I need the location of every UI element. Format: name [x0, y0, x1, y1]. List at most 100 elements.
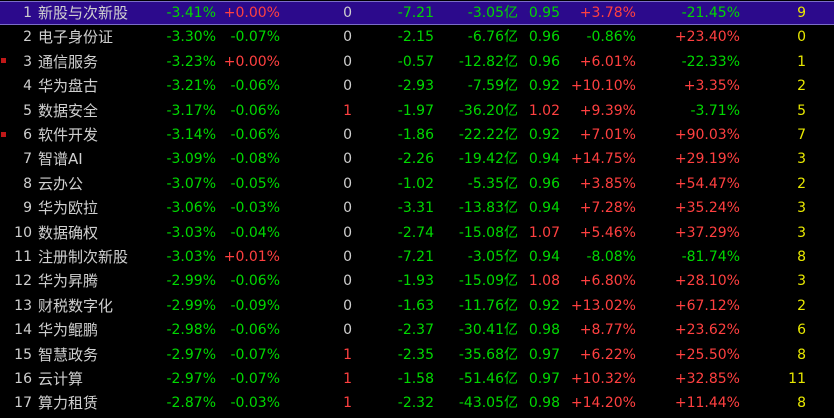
- row-index: 14: [14, 322, 32, 339]
- up-count: 0: [343, 200, 352, 217]
- volume-ratio: 0.95: [528, 5, 560, 21]
- year-change-percent: -22.33%: [681, 53, 740, 70]
- up-count: 0: [343, 224, 352, 241]
- table-row[interactable]: 12 华为昇腾 -2.99% -0.06% 0 -1.93 -15.09亿 1.08 +6.80…: [0, 269, 834, 293]
- period-change-percent: -8.08%: [586, 249, 636, 265]
- change-percent: -3.03%: [166, 224, 216, 241]
- change-value: -2.15: [397, 29, 434, 46]
- sector-name: 新股与次新股: [38, 4, 129, 22]
- row-index: 5: [23, 102, 32, 119]
- row-index: 2: [23, 29, 32, 46]
- table-row[interactable]: 3 通信服务 -3.23% +0.00% 0 -0.57 -12.82亿 0.96 +6.01%…: [0, 50, 834, 74]
- sector-name: 数据安全: [38, 101, 99, 120]
- period-change-percent: +13.02%: [570, 297, 636, 314]
- change-percent: -3.06%: [166, 200, 216, 217]
- year-change-percent: +32.85%: [674, 371, 740, 387]
- change-percent: -2.97%: [166, 346, 216, 363]
- period-change-percent: +7.28%: [579, 200, 636, 217]
- volume-ratio: 0.94: [528, 151, 560, 168]
- year-change-percent: +23.40%: [674, 29, 740, 46]
- change-value: -2.32: [397, 395, 434, 412]
- change-value: -2.26: [397, 151, 434, 168]
- stock-count: 6: [797, 322, 806, 339]
- row-index: 6: [23, 127, 32, 143]
- table-row[interactable]: 15 智慧政务 -2.97% -0.07% 1 -2.35 -35.68亿 0.97 +6.22…: [0, 343, 834, 367]
- change-value: -1.93: [397, 273, 434, 290]
- table-row[interactable]: 7 智谱AI -3.09% -0.08% 0 -2.26 -19.42亿 0.94 +14.75…: [0, 147, 834, 171]
- row-index: 7: [23, 151, 32, 168]
- table-row[interactable]: 13 财税数字化 -2.99% -0.09% 0 -1.63 -11.76亿 0.92 +13.…: [0, 294, 834, 318]
- table-row[interactable]: 1 新股与次新股 -3.41% +0.00% 0 -7.21 -3.05亿 0.95 +3.78…: [0, 1, 834, 25]
- net-inflow: -19.42亿: [458, 151, 518, 168]
- up-count: 0: [343, 249, 352, 265]
- table-row[interactable]: 10 数据确权 -3.03% -0.04% 0 -2.74 -15.08亿 1.07 +5.46…: [0, 221, 834, 245]
- table-row[interactable]: 8 云办公 -3.07% -0.05% 0 -1.02 -5.35亿 0.96 +3.85% +5…: [0, 172, 834, 196]
- up-count: 0: [343, 322, 352, 339]
- volume-ratio: 0.94: [528, 249, 560, 265]
- volume-ratio: 0.92: [528, 297, 560, 314]
- up-count: 0: [343, 5, 352, 21]
- year-change-percent: -3.71%: [690, 102, 740, 119]
- stock-count: 3: [797, 224, 806, 241]
- speed-percent: -0.07%: [230, 29, 280, 46]
- volume-ratio: 0.92: [528, 127, 560, 143]
- change-value: -1.58: [397, 371, 434, 387]
- sector-name: 华为昇腾: [38, 272, 99, 291]
- speed-percent: +0.01%: [223, 249, 280, 265]
- net-inflow: -5.35亿: [467, 175, 518, 192]
- change-value: -2.37: [397, 322, 434, 339]
- sector-name: 华为欧拉: [38, 199, 99, 218]
- period-change-percent: +14.20%: [570, 395, 636, 412]
- period-change-percent: +8.77%: [579, 322, 636, 339]
- speed-percent: +0.00%: [223, 5, 280, 21]
- volume-ratio: 0.92: [528, 78, 560, 95]
- stock-count: 3: [797, 200, 806, 217]
- change-value: -7.21: [397, 249, 434, 265]
- sector-name: 云计算: [38, 370, 84, 388]
- period-change-percent: +10.10%: [570, 78, 636, 95]
- stock-count: 11: [788, 371, 806, 387]
- year-change-percent: -81.74%: [681, 249, 740, 265]
- change-value: -2.35: [397, 346, 434, 363]
- row-index: 12: [14, 273, 32, 290]
- volume-ratio: 1.07: [528, 224, 560, 241]
- speed-percent: -0.05%: [230, 175, 280, 192]
- row-index: 10: [14, 224, 32, 241]
- change-percent: -2.97%: [166, 371, 216, 387]
- speed-percent: -0.06%: [230, 102, 280, 119]
- change-value: -1.63: [397, 297, 434, 314]
- up-count: 0: [343, 53, 352, 70]
- table-row[interactable]: 5 数据安全 -3.17% -0.06% 1 -1.97 -36.20亿 1.02 +9.39%…: [0, 99, 834, 123]
- table-row[interactable]: 4 华为盘古 -3.21% -0.06% 0 -2.93 -7.59亿 0.92 +10.10%…: [0, 74, 834, 98]
- table-row[interactable]: 2 电子身份证 -3.30% -0.07% 0 -2.15 -6.76亿 0.96 -0.86%…: [0, 25, 834, 49]
- year-change-percent: +90.03%: [674, 127, 740, 143]
- table-row[interactable]: 9 华为欧拉 -3.06% -0.03% 0 -3.31 -13.83亿 0.94 +7.28%…: [0, 196, 834, 220]
- year-change-percent: +29.19%: [674, 151, 740, 168]
- change-percent: -3.21%: [166, 78, 216, 95]
- up-count: 0: [343, 175, 352, 192]
- stock-count: 8: [797, 249, 806, 265]
- table-row[interactable]: 6 软件开发 -3.14% -0.06% 0 -1.86 -22.22亿 0.92 +7.01%…: [0, 123, 834, 147]
- change-value: -2.74: [397, 224, 434, 241]
- table-row[interactable]: 16 云计算 -2.97% -0.07% 1 -1.58 -51.46亿 0.97 +10.32…: [0, 367, 834, 391]
- row-index: 17: [14, 395, 32, 412]
- sector-name: 财税数字化: [38, 296, 114, 315]
- table-row[interactable]: 14 华为鲲鹏 -2.98% -0.06% 0 -2.37 -30.41亿 0.98 +8.77…: [0, 318, 834, 342]
- change-percent: -3.23%: [166, 53, 216, 70]
- table-row[interactable]: 17 算力租赁 -2.87% -0.03% 1 -2.32 -43.05亿 0.98 +14.2…: [0, 391, 834, 415]
- sector-name: 华为盘古: [38, 77, 99, 96]
- net-inflow: -51.46亿: [458, 371, 518, 387]
- sector-name: 数据确权: [38, 223, 99, 242]
- speed-percent: -0.09%: [230, 297, 280, 314]
- change-percent: -3.14%: [166, 127, 216, 143]
- year-change-percent: +54.47%: [674, 175, 740, 192]
- speed-percent: -0.07%: [230, 346, 280, 363]
- net-inflow: -6.76亿: [467, 29, 518, 46]
- row-index: 4: [23, 78, 32, 95]
- table-row[interactable]: 11 注册制次新股 -3.03% +0.01% 0 -7.21 -3.05亿 0.94 -8.0…: [0, 245, 834, 269]
- speed-percent: -0.06%: [230, 78, 280, 95]
- row-index: 13: [14, 297, 32, 314]
- speed-percent: -0.03%: [230, 200, 280, 217]
- sector-name: 通信服务: [38, 52, 99, 71]
- volume-ratio: 0.94: [528, 200, 560, 217]
